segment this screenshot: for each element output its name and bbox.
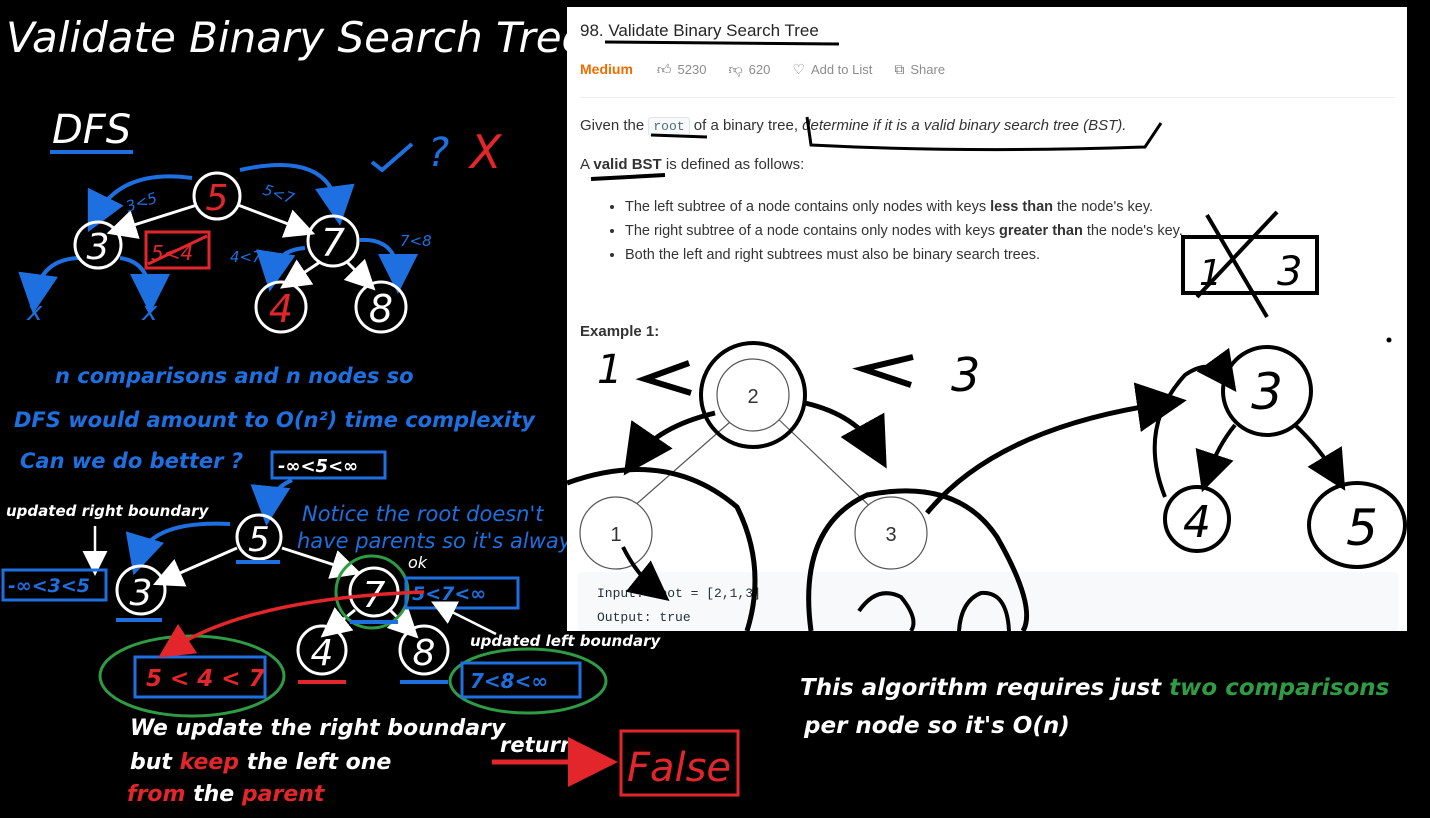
tree1-label-7lt8: 7<8 [400,232,432,250]
pen-lt-left [635,360,692,396]
svg-text:5: 5 [248,520,270,560]
svg-text:8: 8 [369,287,393,331]
example-node-1: 1 [579,496,653,570]
cross-mark: X [468,125,503,179]
two-comparisons-word: two comparisons [1169,675,1389,701]
tree1-node-5: 5 [192,171,242,221]
note-complexity-line3: Can we do better ? [20,449,243,473]
updated-left-label: updated left boundary [470,632,661,650]
pen-value-left: 1 [597,347,622,393]
pen-tree-node-5: 5 [1307,481,1407,569]
range-3: -∞<3<5 [8,575,90,597]
dfs-heading: DFS [52,107,131,153]
tree1-node-8: 8 [354,280,408,334]
svg-text:7: 7 [321,221,345,265]
tree1-node-7: 7 [306,214,360,268]
bottom-note-line2: but keep the left one [130,750,391,775]
ok-label: ok [408,553,428,572]
pen-null-left [857,591,916,631]
question-mark: ? [428,130,449,176]
problem-panel: 98. Validate Binary Search Tree Medium 👍… [567,7,1407,631]
tree2-node-8: 8 [398,624,450,676]
tree1-null-right: x [141,297,158,327]
bottom-note-line3: from the parent [127,782,326,807]
description-bracket [805,116,1163,152]
tree2-node-4: 4 [296,624,348,676]
example-node-2: 2 [699,341,807,449]
svg-text:4: 4 [1183,497,1211,548]
pen-arrow-left [623,410,716,476]
updated-left-pointer [431,601,497,636]
tree1-label-3lt5: 3<5 [124,189,160,216]
title-underline [604,40,840,46]
pen-value-right: 3 [951,348,980,402]
pen-edge-3-5 [1293,423,1346,491]
svg-text:1: 1 [610,524,621,546]
example-edge-left [623,414,739,516]
tree2-node-3: 3 [115,564,167,616]
example-node-3: 3 [854,496,928,570]
root-note-line2: have parents so it's always [297,529,582,553]
tree2-blue-arrow [125,521,231,576]
range-7: 5<7<∞ [412,583,486,605]
right-note-line1: This algorithm requires just two compari… [800,675,1389,701]
from-word: from [127,782,185,807]
right-note-line2: per node so it's O(n) [803,713,1070,739]
tree1-node-3: 3 [73,220,123,270]
return-label: return [500,733,575,757]
root-range: -∞<5<∞ [278,456,358,477]
svg-text:5: 5 [1346,499,1378,557]
svg-text:2: 2 [747,386,758,408]
updated-right-label: updated right boundary [6,502,210,520]
svg-text:3: 3 [130,573,153,614]
pen-arrow-right [804,400,887,469]
range-4: 5 < 4 < 7 [146,666,265,692]
board-title: Validate Binary Search Tree : [6,13,615,62]
cross-box-right: 3 [1277,249,1302,295]
range-8: 7<8<∞ [470,669,548,693]
pen-arrow-into-3 [1152,347,1237,498]
tree1-null-left: x [26,297,43,327]
valid-bst-underline [590,173,666,181]
pen-edge-3-4 [1195,423,1237,493]
root-underline [650,133,708,139]
pen-null-right [957,590,1011,631]
svg-text:8: 8 [413,633,436,674]
root-note-line1: Notice the root doesn't [302,502,544,526]
tree1-label-5lt7: 5<7 [261,181,297,208]
pen-dot [1386,337,1392,343]
svg-text:3: 3 [87,227,110,268]
false-label: False [627,745,731,791]
parent-word: parent [241,782,326,807]
pen-lt-right [852,354,914,388]
note-complexity-line2: DFS would amount to O(n²) time complexit… [14,408,536,432]
keep-word: keep [180,750,239,775]
pen-tree-node-3: 3 [1221,345,1313,437]
pen-tree-node-4: 4 [1163,485,1231,553]
svg-text:5: 5 [206,178,229,219]
example-diagram: 1 3 2 1 3 1 3 3 4 5 [567,40,1407,631]
svg-text:4: 4 [269,287,293,331]
svg-text:3: 3 [1251,363,1283,421]
tree1-node-4: 4 [254,280,308,334]
svg-text:4: 4 [311,633,334,674]
check-mark-icon [370,142,414,173]
tree2-node-5: 5 [235,513,283,561]
note-complexity-line1: n comparisons and n nodes so [55,364,414,388]
tree1-label-4lt7: 4<7 [230,248,262,266]
svg-text:3: 3 [885,524,896,546]
bottom-note-line1: We update the right boundary [130,716,507,741]
pen-long-arrow [925,382,1187,515]
root-range-arrow [250,478,293,526]
